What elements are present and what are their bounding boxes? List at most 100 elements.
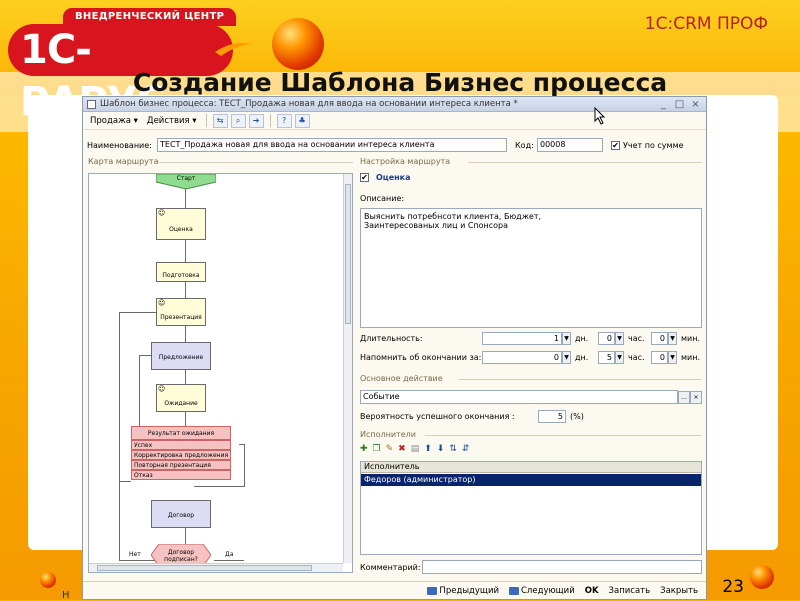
sale-menu[interactable]: Продажа ▾	[87, 115, 141, 127]
page-number: 23	[722, 577, 744, 597]
route-settings-label: Настройка маршрута	[360, 157, 451, 166]
code-label: Код:	[515, 140, 534, 150]
edit-executor-icon[interactable]: ✎	[386, 444, 394, 454]
contract-node[interactable]: Договор	[151, 500, 211, 528]
ok-button[interactable]: OK	[585, 586, 599, 596]
duration-minutes[interactable]: 0	[651, 332, 668, 345]
sum-checkbox[interactable]: ✔	[611, 140, 620, 150]
chevron-down-icon[interactable]: ▼	[562, 351, 571, 364]
chevron-down-icon[interactable]: ▼	[615, 332, 624, 345]
result-refusal[interactable]: Отказ	[131, 470, 231, 480]
arrows-icon[interactable]: ⇆	[212, 113, 228, 128]
result-repeat[interactable]: Повторная презентация	[131, 460, 231, 470]
chevron-down-icon[interactable]: ▼	[615, 351, 624, 364]
logo-swoosh-icon	[215, 43, 251, 56]
description-line: Выяснить потребнсоти клиента, Бюджет,	[364, 212, 542, 221]
arrow-right-icon	[509, 586, 519, 595]
duration-days[interactable]: 1	[482, 332, 562, 345]
mouse-cursor-icon	[594, 107, 606, 125]
prev-button[interactable]: Предыдущий	[427, 586, 499, 596]
preparation-node[interactable]: Подготовка	[156, 262, 206, 282]
sort-desc-icon[interactable]: ⇵	[462, 444, 470, 454]
probability-label: Вероятность успешного окончания :	[360, 412, 515, 421]
executors-label: Исполнители	[360, 430, 416, 439]
window-title: Шаблон бизнес процесса: ТЕСТ_Продажа нов…	[100, 99, 518, 109]
orb-decoration	[272, 18, 324, 70]
add-executor-icon[interactable]: ✚	[360, 444, 368, 454]
close-button[interactable]: ×	[689, 99, 702, 110]
comment-field[interactable]	[422, 560, 702, 574]
person-icon: ☺	[158, 385, 166, 393]
start-node-label: Старт	[176, 175, 196, 182]
name-row: Наименование: ТЕСТ_Продажа новая для вво…	[83, 137, 706, 153]
toolbar: Продажа ▾ Действия ▾ ⇆ ⌕ ➔ ? ♣	[83, 112, 706, 130]
chevron-down-icon[interactable]: ▼	[668, 332, 677, 345]
map-vertical-scrollbar[interactable]	[343, 174, 352, 563]
no-label: Нет	[129, 551, 141, 558]
yes-label: Да	[225, 551, 234, 558]
chevron-down-icon[interactable]: ▼	[668, 351, 677, 364]
code-field[interactable]: 00008	[537, 138, 603, 152]
proposal-node[interactable]: Предложение	[151, 342, 211, 370]
close-window-button[interactable]: Закрыть	[660, 586, 698, 596]
process-template-window: Шаблон бизнес процесса: ТЕСТ_Продажа нов…	[82, 96, 707, 600]
probability-unit: (%)	[570, 412, 584, 421]
main-action-label: Основное действие	[360, 374, 443, 383]
remind-hours[interactable]: 5	[598, 351, 615, 364]
structure-icon[interactable]: ♣	[294, 113, 310, 128]
probability-field[interactable]: 5	[538, 410, 566, 423]
main-action-field[interactable]: Событие	[360, 390, 678, 404]
move-down-icon[interactable]: ⬇	[437, 444, 445, 454]
person-icon: ☺	[158, 209, 166, 217]
chevron-down-icon[interactable]: ▼	[562, 332, 571, 345]
save-button[interactable]: Записать	[609, 586, 651, 596]
result-success[interactable]: Успех	[131, 440, 231, 450]
duration-hours[interactable]: 0	[598, 332, 615, 345]
description-field[interactable]: Выяснить потребнсоти клиента, Бюджет, За…	[360, 208, 702, 328]
result-header[interactable]: Результат ожидания	[131, 426, 231, 440]
orb-small-right	[750, 565, 774, 589]
delete-executor-icon[interactable]: ✖	[398, 444, 406, 454]
description-label: Описание:	[360, 194, 405, 203]
clear-button[interactable]: ×	[690, 390, 702, 404]
remind-label: Напомнить об окончании за:	[360, 353, 482, 362]
route-map-label: Карта маршрута	[88, 157, 159, 166]
next-button[interactable]: Следующий	[509, 586, 575, 596]
map-horizontal-scrollbar[interactable]	[89, 563, 343, 572]
move-up-icon[interactable]: ⬆	[424, 444, 432, 454]
copy-executor-icon[interactable]: ❐	[373, 444, 381, 454]
name-field[interactable]: ТЕСТ_Продажа новая для ввода на основани…	[157, 138, 507, 152]
actions-menu[interactable]: Действия ▾	[144, 115, 200, 127]
slide-title: Создание Шаблона Бизнес процесса	[132, 68, 668, 97]
person-icon: ☺	[158, 299, 166, 307]
clear-list-icon[interactable]: ▤	[411, 444, 420, 454]
window-statusbar: Предыдущий Следующий OK Записать Закрыть	[83, 581, 706, 599]
maximize-button[interactable]: □	[673, 99, 686, 110]
step-checkbox[interactable]: ✔	[360, 173, 369, 182]
comment-label: Комментарий:	[360, 562, 421, 572]
product-brand: 1С:CRM ПРОФ	[644, 14, 768, 34]
contract-check-label: Договор подписан?	[164, 549, 198, 563]
route-map[interactable]: Старт Оценка ☺ Подготовка Презентация ☺ …	[88, 173, 353, 573]
orb-small-left	[40, 572, 56, 588]
sum-checkbox-label: Учет по сумме	[623, 140, 684, 150]
result-adjust[interactable]: Корректировка предложения	[131, 450, 231, 460]
remind-days[interactable]: 0	[482, 351, 562, 364]
sort-asc-icon[interactable]: ⇅	[449, 444, 457, 454]
step-name: Оценка	[376, 173, 411, 182]
bottom-text-fragment: Н	[62, 590, 70, 601]
window-icon	[87, 99, 96, 109]
go-icon[interactable]: ➔	[248, 113, 264, 128]
description-line: Заинтересованых лиц и Спонсора	[364, 221, 509, 230]
name-label: Наименование:	[87, 140, 152, 150]
find-icon[interactable]: ⌕	[230, 113, 246, 128]
window-titlebar[interactable]: Шаблон бизнес процесса: ТЕСТ_Продажа нов…	[83, 97, 706, 112]
remind-minutes[interactable]: 0	[651, 351, 668, 364]
duration-label: Длительность:	[360, 334, 423, 343]
arrow-left-icon	[427, 586, 438, 595]
table-row[interactable]: Федоров (администратор)	[361, 474, 701, 486]
minimize-button[interactable]: _	[657, 99, 670, 110]
executors-table[interactable]: Исполнитель Федоров (администратор)	[360, 461, 702, 555]
help-icon[interactable]: ?	[276, 113, 292, 128]
select-button[interactable]: ...	[678, 390, 690, 404]
